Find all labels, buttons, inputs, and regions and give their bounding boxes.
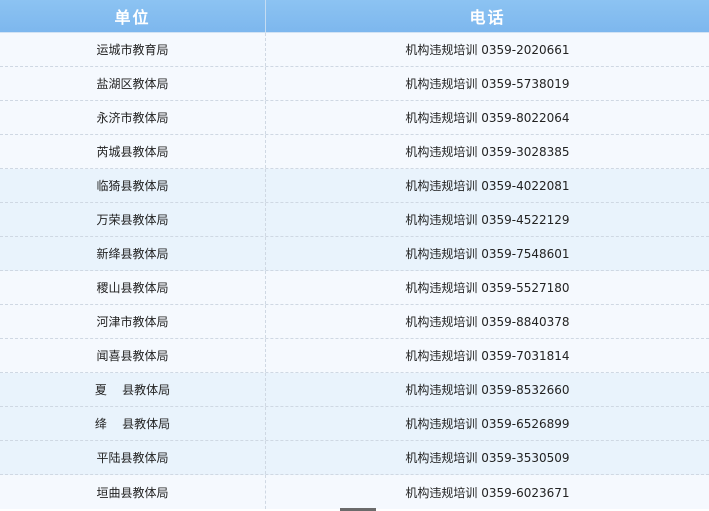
cell-phone: 机构违规培训 0359-6526899 [405,417,570,431]
cell-phone: 机构违规培训 0359-6023671 [405,485,570,500]
cell-unit: 绛 县教体局 [0,407,266,440]
cell-unit: 闻喜县教体局 [0,339,266,372]
cell-unit: 新绛县教体局 [0,237,266,270]
table-row: 平陆县教体局 机构违规培训 0359-3530509 [0,441,709,475]
cell-phone: 机构违规培训 0359-3028385 [405,145,570,159]
cell-unit: 运城市教育局 [0,33,266,66]
cell-unit: 平陆县教体局 [0,441,266,474]
table-row: 稷山县教体局 机构违规培训 0359-5527180 [0,271,709,305]
table-row: 夏 县教体局 机构违规培训 0359-8532660 [0,373,709,407]
table-header: 单位 电话 [0,0,709,33]
cell-unit: 芮城县教体局 [0,135,266,168]
cell-unit: 河津市教体局 [0,305,266,338]
table-row: 闻喜县教体局 机构违规培训 0359-7031814 [0,339,709,373]
cell-phone: 机构违规培训 0359-8022064 [405,111,570,125]
cell-phone: 机构违规培训 0359-8840378 [405,315,570,329]
table-row: 运城市教育局 机构违规培训 0359-2020661 [0,33,709,67]
cell-phone: 机构违规培训 0359-5527180 [405,281,570,295]
table-row: 永济市教体局 机构违规培训 0359-8022064 [0,101,709,135]
cell-unit: 临猗县教体局 [0,169,266,202]
cell-phone: 机构违规培训 0359-4522129 [405,213,570,227]
header-phone: 电话 [469,8,506,27]
cell-phone: 机构违规培训 0359-3530509 [405,451,570,465]
cell-phone: 机构违规培训 0359-7031814 [405,349,570,363]
cell-phone: 机构违规培训 0359-4022081 [405,179,570,193]
table-row: 万荣县教体局 机构违规培训 0359-4522129 [0,203,709,237]
table-row: 盐湖区教体局 机构违规培训 0359-5738019 [0,67,709,101]
table-row: 绛 县教体局 机构违规培训 0359-6526899 [0,407,709,441]
table-row: 垣曲县教体局 机构违规培训 0359-6023671 [0,475,709,509]
cell-phone: 机构违规培训 0359-5738019 [405,77,570,91]
cell-phone: 机构违规培训 0359-7548601 [405,247,570,261]
cell-unit: 垣曲县教体局 [0,475,266,509]
cell-unit: 万荣县教体局 [0,203,266,236]
cell-phone: 机构违规培训 0359-8532660 [405,383,570,397]
cell-unit: 稷山县教体局 [0,271,266,304]
table-row: 新绛县教体局 机构违规培训 0359-7548601 [0,237,709,271]
cell-unit: 永济市教体局 [0,101,266,134]
cell-unit: 夏 县教体局 [0,373,266,406]
cell-unit: 盐湖区教体局 [0,67,266,100]
header-unit: 单位 [0,0,266,32]
cell-phone: 机构违规培训 0359-2020661 [405,43,570,57]
table-row: 芮城县教体局 机构违规培训 0359-3028385 [0,135,709,169]
table-row: 河津市教体局 机构违规培训 0359-8840378 [0,305,709,339]
table-body: 运城市教育局 机构违规培训 0359-2020661 盐湖区教体局 机构违规培训 03… [0,33,709,509]
table-row: 临猗县教体局 机构违规培训 0359-4022081 [0,169,709,203]
contact-table: 单位 电话 运城市教育局 机构违规培训 0359-2020661 盐湖区教体局 机构违… [0,0,709,511]
